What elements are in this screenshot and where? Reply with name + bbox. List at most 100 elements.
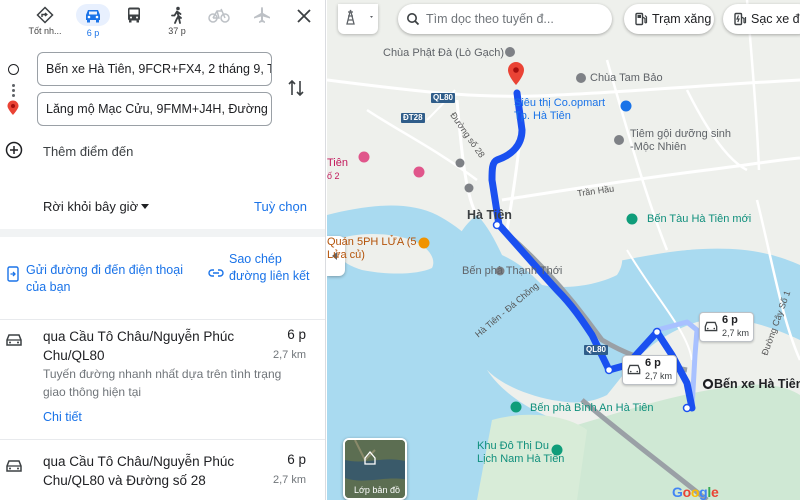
satellite-layer-button[interactable]: Lớp bản đồ (343, 438, 407, 500)
map-label-restaurant[interactable]: Quán 5PH LỬA (5 Lửa củ) (327, 236, 419, 262)
route-time: 6 p (287, 452, 306, 467)
pin-icon (464, 183, 474, 193)
layers-icon (346, 9, 373, 25)
route-distance: 2,7 km (272, 474, 306, 486)
route-waypoint-icon (492, 220, 502, 230)
send-to-phone-icon (7, 266, 19, 282)
pagoda-icon (505, 47, 515, 57)
search-along-route-input[interactable]: Tìm dọc theo tuyến đ... (398, 4, 612, 34)
route-time: 6 p (287, 327, 306, 342)
map-label-urban-area[interactable]: Khu Đô Thị Du Lịch Nam Hà Tiên (477, 440, 567, 466)
road-sign: ĐT28 (401, 113, 425, 123)
ferry-icon (626, 213, 638, 225)
ev-charging-chip[interactable]: Sạc xe đ (723, 4, 800, 34)
route-option[interactable]: qua Cầu Tô Châu/Nguyễn Phúc Chu/QL80 và … (0, 440, 325, 500)
mode-bike[interactable] (199, 2, 239, 40)
destination-pin-icon (7, 100, 19, 115)
map-view[interactable]: Chùa Phật Đà (Lò Gạch) Chùa Tam Bảo Siêu… (327, 0, 800, 500)
route-title: qua Cầu Tô Châu/Nguyễn Phúc Chu/QL80 và … (43, 454, 235, 488)
mode-drive-label: 6 p (86, 28, 100, 38)
origin-field[interactable]: Bến xe Hà Tiên, 9FCR+FX4, 2 tháng 9, Tô (37, 52, 272, 86)
divider (0, 229, 325, 237)
restaurant-icon (418, 237, 430, 249)
departure-row: Rời khỏi bây giờ Tuỳ chọn (0, 180, 325, 228)
airplane-icon (254, 7, 270, 23)
options-button[interactable]: Tuỳ chọn (254, 199, 307, 214)
copy-link-button[interactable]: Sao chép đường liên kết (229, 251, 319, 285)
add-destination-button[interactable]: Thêm điểm đến (0, 138, 325, 166)
car-icon (627, 364, 641, 375)
gas-station-label: Trạm xăng (652, 12, 712, 26)
map-label-ferry-port[interactable]: Bến Tàu Hà Tiên mới (647, 213, 751, 225)
map-label-ferry-binh-an[interactable]: Bến phà Bình An Hà Tiên (530, 402, 654, 414)
car-icon (86, 10, 100, 23)
ev-charging-label: Sạc xe đ (751, 12, 800, 26)
mode-flight[interactable] (242, 2, 282, 40)
route-option[interactable]: qua Cầu Tô Châu/Nguyễn Phúc Chu/QL80 6 p… (0, 320, 325, 438)
google-logo: Google (672, 484, 719, 500)
add-destination-label: Thêm điểm đến (43, 144, 134, 159)
origin-marker-icon (8, 64, 19, 75)
gas-station-icon (635, 12, 648, 26)
destination-field[interactable]: Lăng mộ Mạc Cửu, 9FMM+J4H, Đường s (37, 92, 272, 126)
walking-icon (171, 6, 182, 24)
swap-icon[interactable] (287, 78, 305, 98)
route-waypoint-icon (682, 403, 692, 413)
map-label-bus-station[interactable]: Bến xe Hà Tiên (714, 377, 800, 391)
search-icon (407, 13, 420, 26)
mode-walk-label: 37 p (168, 26, 186, 36)
mode-best[interactable]: Tốt nh... (25, 2, 65, 40)
map-toolbar: Tìm dọc theo tuyến đ... Trạm xăng Sạc xe… (327, 0, 800, 40)
link-icon (208, 269, 224, 277)
hotel-icon (413, 166, 425, 178)
leave-now-label: Rời khỏi bây giờ (43, 199, 139, 214)
mode-walk[interactable]: 37 p (157, 2, 197, 40)
layers-menu-button[interactable] (338, 4, 378, 34)
route-info-box[interactable]: 6 p 2,7 km (699, 312, 755, 342)
ev-charging-icon (734, 12, 747, 26)
route-info-distance: 2,7 km (722, 328, 750, 338)
search-placeholder: Tìm dọc theo tuyến đ... (426, 12, 554, 26)
chevron-down-icon (141, 204, 149, 209)
route-description: Tuyến đường nhanh nhất dựa trên tình trạ… (43, 367, 282, 399)
origin-marker-icon (702, 378, 714, 390)
route-info-box[interactable]: 6 p 2,7 km (622, 355, 678, 385)
road (327, 78, 800, 98)
shopping-cart-icon (620, 100, 632, 112)
mode-transit[interactable] (114, 2, 154, 40)
road (501, 156, 800, 202)
map-label-left: Tiên (327, 157, 348, 169)
map-label-city[interactable]: Hà Tiên (467, 208, 512, 222)
send-to-phone-button[interactable]: Gửi đường đi đến điện thoại của bạn (26, 262, 196, 296)
diamond-directions-icon (36, 6, 54, 24)
route-dots-icon (12, 94, 15, 97)
gas-station-chip[interactable]: Trạm xăng (624, 4, 714, 34)
hotel-icon (358, 151, 370, 163)
route-inputs: Bến xe Hà Tiên, 9FCR+FX4, 2 tháng 9, Tô … (0, 42, 325, 180)
mode-best-label: Tốt nh... (28, 26, 62, 36)
map-label-left-2: ố 2 (327, 171, 340, 181)
route-details-link[interactable]: Chi tiết (43, 410, 82, 424)
pin-icon (455, 158, 465, 168)
road-sign: QL80 (584, 345, 609, 355)
close-icon (297, 9, 311, 23)
map-label-pagoda[interactable]: Chùa Phật Đà (Lò Gạch) (383, 47, 504, 59)
share-row: Gửi đường đi đến điện thoại của bạn Sao … (0, 237, 325, 319)
route-title: qua Cầu Tô Châu/Nguyễn Phúc Chu/QL80 (43, 329, 235, 363)
destination-pin-icon (508, 62, 524, 85)
spa-icon (614, 135, 624, 145)
map-label-spa[interactable]: Tiêm gội dưỡng sinh -Mộc Nhiên (630, 128, 735, 154)
route-waypoint-icon (652, 327, 662, 337)
travel-mode-bar: Tốt nh... 6 p 37 p (0, 0, 325, 42)
add-circle-icon (5, 141, 23, 159)
map-label-supermarket[interactable]: Siêu thị Co.opmart Tp. Hà Tiên (514, 97, 614, 123)
mode-drive[interactable]: 6 p (73, 2, 113, 40)
map-label-ferry-thanh-thoi[interactable]: Bến phà Thạnh Thới (462, 265, 562, 277)
map-label-tam-bao[interactable]: Chùa Tam Bảo (590, 72, 663, 84)
close-directions-button[interactable] (284, 2, 324, 40)
route-dots-icon (12, 89, 15, 92)
car-icon (6, 460, 22, 472)
bicycle-icon (208, 8, 230, 23)
car-icon (6, 334, 22, 346)
route-info-time: 6 p (722, 314, 738, 326)
